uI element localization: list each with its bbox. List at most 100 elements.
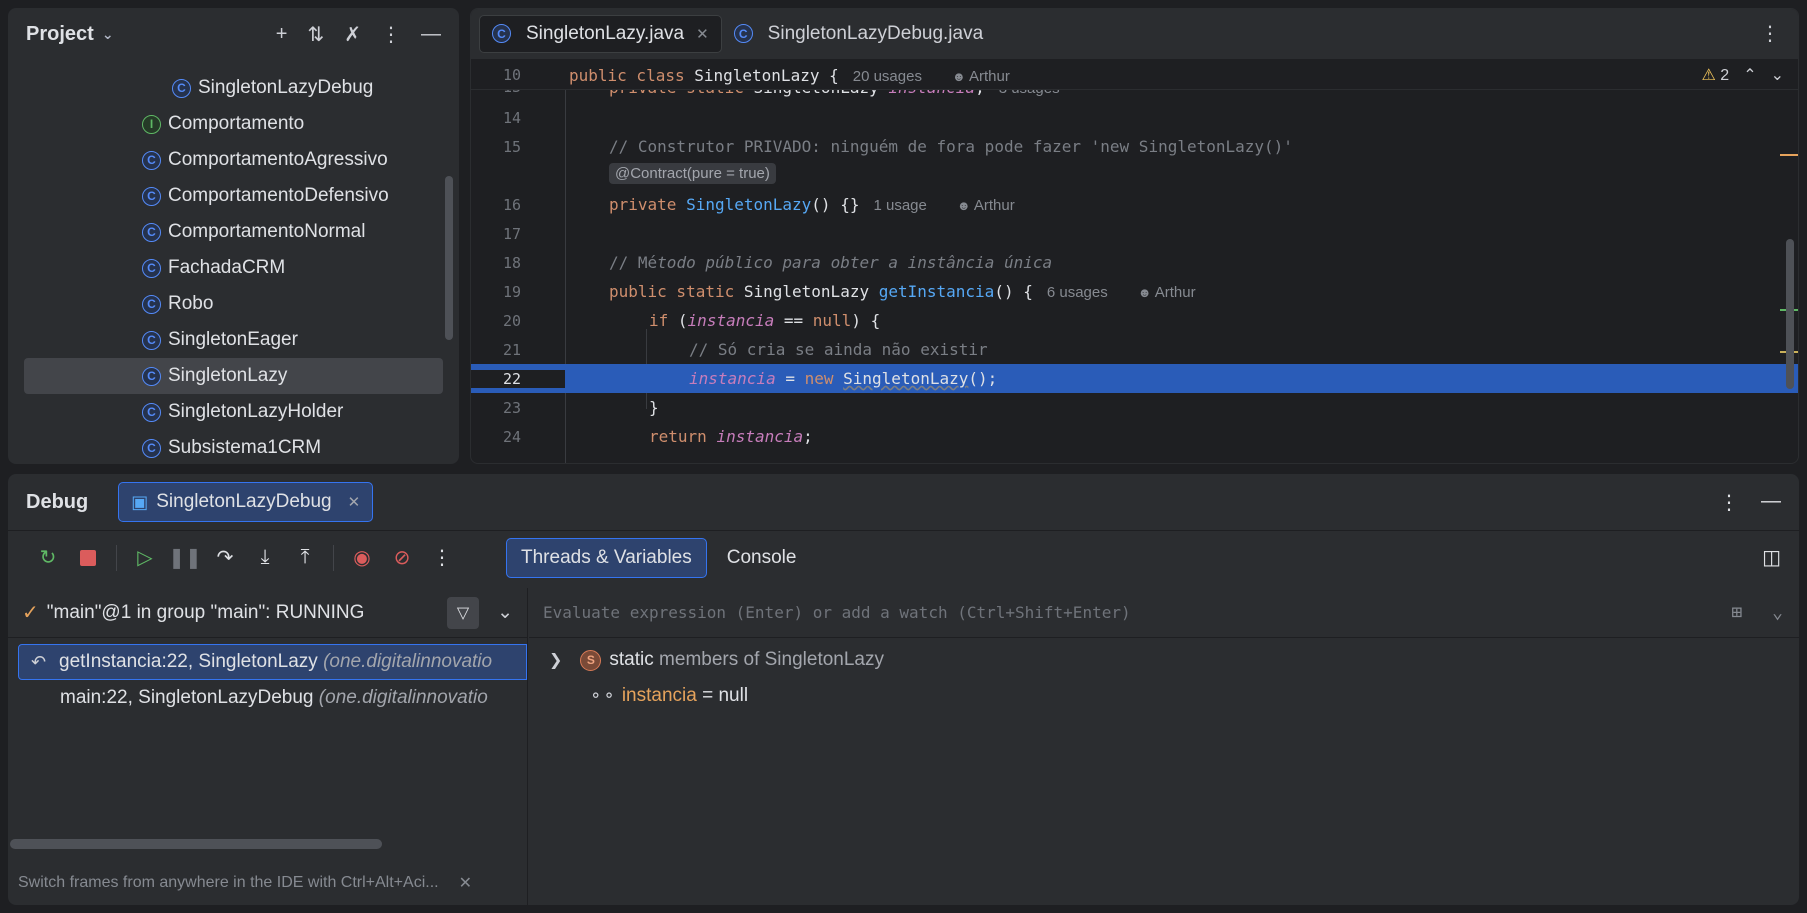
tab-console[interactable]: Console [713, 538, 811, 578]
current-execution-line[interactable]: 22 instancia = new SingletonLazy(); [471, 364, 1798, 393]
close-icon[interactable]: ✕ [459, 873, 472, 893]
author-hint[interactable]: Arthur [969, 68, 1010, 85]
author-icon: ☻ [1137, 285, 1152, 300]
step-out-icon[interactable]: ⤒ [293, 546, 317, 570]
more-options-icon[interactable]: ⋮ [381, 22, 401, 47]
check-icon: ✓ [22, 602, 39, 624]
frame-package: (one.digitalinnovatio [323, 651, 493, 672]
more-options-icon[interactable]: ⋮ [430, 546, 454, 570]
chevron-down-icon[interactable]: ⌄ [497, 601, 513, 624]
editor-scrollbar[interactable] [1786, 239, 1794, 389]
code-comment: // Construtor PRIVADO: ninguém de fora p… [609, 137, 1293, 156]
step-over-icon[interactable]: ↷ [213, 546, 237, 570]
code-line[interactable]: 15 // Construtor PRIVADO: ninguém de for… [471, 132, 1798, 161]
variable-row[interactable]: ⚬⚬ instancia = null [529, 678, 1799, 714]
tab-threads-variables[interactable]: Threads & Variables [506, 537, 707, 578]
more-options-icon[interactable]: ⋮ [1760, 21, 1780, 46]
tree-item[interactable]: C Subsistema1CRM [8, 430, 459, 464]
close-icon[interactable]: ✕ [696, 25, 709, 43]
static-members-row[interactable]: ❯ S static members of SingletonLazy [529, 642, 1799, 678]
line-number: 14 [502, 108, 521, 127]
stack-frame[interactable]: main:22, SingletonLazyDebug (one.digital… [8, 680, 527, 716]
tab-singletonlazydebug[interactable]: C SingletonLazyDebug.java [722, 15, 996, 53]
close-icon[interactable]: ✕ [348, 493, 361, 511]
project-scrollbar[interactable] [445, 176, 453, 340]
minimize-icon[interactable]: — [1761, 490, 1781, 515]
view-breakpoints-icon[interactable]: ◉ [350, 546, 374, 570]
tree-item[interactable]: C Robo [8, 286, 459, 322]
tree-item-label: SingletonLazyDebug [198, 77, 374, 98]
add-icon[interactable]: + [276, 23, 288, 46]
author-hint[interactable]: Arthur [1155, 284, 1196, 301]
tree-item-selected[interactable]: C SingletonLazy [24, 358, 443, 394]
sticky-line[interactable]: 10 public class SingletonLazy {20 usages… [471, 61, 1798, 90]
thread-selector[interactable]: ✓ "main"@1 in group "main": RUNNING ▽ ⌄ [8, 588, 527, 638]
run-class-icon: C [172, 78, 191, 98]
resume-icon[interactable]: ▷ [133, 546, 157, 570]
author-hint[interactable]: Arthur [974, 197, 1015, 214]
class-icon: C [142, 402, 161, 422]
step-into-icon[interactable]: ⤓ [253, 546, 277, 570]
usages-hint[interactable]: 20 usages [853, 68, 922, 85]
code-area[interactable]: 10 public class SingletonLazy {20 usages… [471, 59, 1798, 463]
chevron-down-icon[interactable]: ⌄ [1772, 602, 1783, 623]
expand-all-icon[interactable]: ⇅ [307, 22, 324, 47]
project-title-dropdown[interactable]: Project ⌄ [26, 23, 114, 46]
mute-breakpoints-icon[interactable]: ⊘ [390, 546, 414, 570]
filter-icon[interactable]: ▽ [447, 596, 480, 629]
code-line[interactable]: 23 } [471, 393, 1798, 422]
chevron-down-icon: ⌄ [101, 25, 114, 42]
chevron-down-icon[interactable]: ⌄ [1771, 65, 1784, 85]
run-config-icon: ▣ [131, 491, 149, 512]
code-line[interactable]: 18 // Método público para obter a instân… [471, 248, 1798, 277]
tree-item[interactable]: I Comportamento [8, 106, 459, 142]
tree-item[interactable]: C SingletonEager [8, 322, 459, 358]
code-line[interactable]: 14 [471, 103, 1798, 132]
pause-icon[interactable]: ❚❚ [168, 546, 202, 570]
toolbar-separator [116, 544, 117, 571]
rerun-icon[interactable]: ↻ [36, 546, 60, 570]
tip-banner: Switch frames from anywhere in the IDE w… [18, 873, 472, 893]
tree-item[interactable]: C FachadaCRM [8, 250, 459, 286]
warning-marker[interactable] [1780, 154, 1798, 156]
tree-item[interactable]: C ComportamentoNormal [8, 214, 459, 250]
code-line[interactable]: 20 if (instancia == null) { [471, 306, 1798, 335]
more-options-icon[interactable]: ⋮ [1719, 490, 1739, 515]
code-line[interactable]: 16 private SingletonLazy() {} 1 usage ☻ Ar… [471, 190, 1798, 219]
debug-panel: Debug ▣ SingletonLazyDebug ✕ ⋮ — ↻ ▷ ❚❚ … [8, 474, 1799, 905]
thread-label: "main"@1 in group "main": RUNNING [46, 601, 365, 623]
tree-item-label: ComportamentoDefensivo [168, 185, 389, 206]
line-number: 16 [502, 195, 521, 214]
stack-frame-selected[interactable]: ↶ getInstancia:22, SingletonLazy (one.di… [18, 644, 527, 680]
stop-icon[interactable] [76, 546, 100, 570]
usages-hint[interactable]: 1 usage [873, 197, 926, 214]
collapse-all-icon[interactable]: ✗ [344, 22, 361, 47]
chevron-up-icon[interactable]: ⌃ [1743, 65, 1756, 85]
project-title: Project [26, 22, 94, 45]
debug-session-tab[interactable]: ▣ SingletonLazyDebug ✕ [118, 482, 374, 522]
add-watch-icon[interactable]: ⊞ [1731, 602, 1742, 623]
project-panel: Project ⌄ + ⇅ ✗ ⋮ — C SingletonLazyDebug… [8, 8, 459, 464]
tree-item[interactable]: C SingletonLazyDebug [8, 70, 459, 106]
tree-item[interactable]: C ComportamentoAgressivo [8, 142, 459, 178]
code-line[interactable]: 19 public static SingletonLazy getInstan… [471, 277, 1798, 306]
variable-name: instancia [621, 685, 697, 706]
evaluate-input[interactable]: Evaluate expression (Enter) or add a wat… [529, 588, 1799, 638]
minimize-icon[interactable]: — [421, 23, 441, 46]
code-line[interactable]: 17 [471, 219, 1798, 248]
variables-pane: Evaluate expression (Enter) or add a wat… [529, 588, 1799, 905]
inspection-widget[interactable]: ⚠ 2 ⌃ ⌄ [1701, 65, 1784, 85]
tab-singletonlazy[interactable]: C SingletonLazy.java ✕ [479, 14, 722, 53]
code-line[interactable]: 21 // Só cria se ainda não existir [471, 335, 1798, 364]
line-number: 24 [502, 427, 521, 446]
usages-hint[interactable]: 6 usages [1047, 284, 1108, 301]
line-number: 10 [502, 66, 521, 84]
layout-settings-icon[interactable]: ◫ [1762, 545, 1781, 570]
session-tab-label: SingletonLazyDebug [156, 491, 332, 512]
frames-scrollbar[interactable] [10, 839, 382, 849]
chevron-right-icon[interactable]: ❯ [549, 650, 562, 670]
code-line[interactable]: 24 return instancia; [471, 422, 1798, 451]
tree-item[interactable]: C SingletonLazyHolder [8, 394, 459, 430]
contract-annotation-hint[interactable]: @Contract(pure = true) [609, 163, 776, 184]
tree-item[interactable]: C ComportamentoDefensivo [8, 178, 459, 214]
